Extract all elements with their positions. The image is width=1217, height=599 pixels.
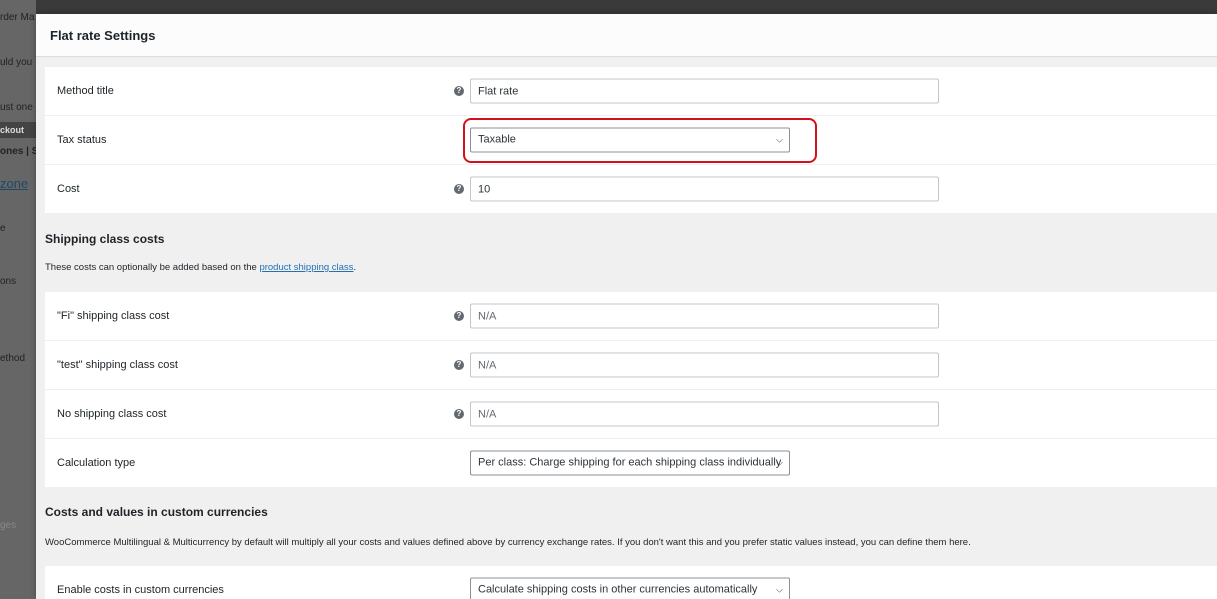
cost-input[interactable] [470,176,939,202]
modal-title: Flat rate Settings [50,28,156,43]
chevron-down-icon: ⌵ [776,134,783,145]
product-shipping-class-link[interactable]: product shipping class [259,262,353,273]
modal-body: Method title ? Tax status Taxable ⌵ Cost… [36,57,1217,599]
method-title-input[interactable] [470,78,939,104]
background-text: zone [0,176,29,191]
calculation-type-row: Calculation type Per class: Charge shipp… [45,439,1217,487]
no-class-cost-row: No shipping class cost ? [45,390,1217,439]
modal-header: Flat rate Settings [36,14,1217,57]
tax-status-value: Taxable [478,133,516,146]
help-icon[interactable]: ? [454,409,464,419]
enable-custom-currencies-value: Calculate shipping costs in other curren… [478,583,758,596]
calculation-type-select[interactable]: Per class: Charge shipping for each ship… [470,450,790,476]
cost-label: Cost [57,183,80,195]
help-icon[interactable]: ? [454,311,464,321]
help-icon[interactable]: ? [454,184,464,194]
chevron-down-icon: ⌵ [776,457,783,468]
method-title-label: Method title [57,85,114,97]
background-text: ust one [0,102,33,113]
fi-class-cost-row: "Fi" shipping class cost ? [45,292,1217,341]
shipping-class-costs-table: "Fi" shipping class cost ? "test" shippi… [45,292,1217,487]
background-text: ckout [0,125,25,135]
background-top-bar [0,0,1217,14]
cost-row: Cost ? [45,165,1217,213]
background-text: ons [0,276,17,287]
tax-status-select[interactable]: Taxable ⌵ [470,127,790,153]
custom-currencies-description: WooCommerce Multilingual & Multicurrency… [45,537,971,548]
shipping-class-costs-heading: Shipping class costs [45,232,165,246]
no-class-cost-label: No shipping class cost [57,408,167,420]
background-text: ethod [0,353,26,364]
calculation-type-value: Per class: Charge shipping for each ship… [478,456,782,469]
calculation-type-label: Calculation type [57,457,136,469]
custom-currencies-table: Enable costs in custom currencies Calcul… [45,566,1217,599]
test-class-cost-row: "test" shipping class cost ? [45,341,1217,390]
background-page: rder Ma uld you ust one ckout ones | S z… [0,0,36,599]
help-icon[interactable]: ? [454,360,464,370]
description-text: These costs can optionally be added base… [45,262,260,273]
background-text: e [0,223,6,234]
tax-status-row: Tax status Taxable ⌵ [45,116,1217,165]
shipping-class-costs-description: These costs can optionally be added base… [45,262,356,273]
custom-currencies-heading: Costs and values in custom currencies [45,505,268,519]
background-text: rder Ma [0,12,35,23]
tax-status-label: Tax status [57,134,107,146]
enable-custom-currencies-select[interactable]: Calculate shipping costs in other curren… [470,577,790,599]
fi-class-cost-label: "Fi" shipping class cost [57,310,170,322]
test-class-cost-label: "test" shipping class cost [57,359,178,371]
enable-custom-currencies-label: Enable costs in custom currencies [57,584,224,596]
description-text: . [353,262,357,273]
chevron-down-icon: ⌵ [776,584,783,595]
background-text: ones | S [0,146,36,157]
background-text: uld you [0,57,33,68]
main-settings-table: Method title ? Tax status Taxable ⌵ Cost… [45,67,1217,213]
test-class-cost-input[interactable] [470,352,939,378]
no-class-cost-input[interactable] [470,401,939,427]
background-text: ges [0,520,17,531]
enable-custom-currencies-row: Enable costs in custom currencies Calcul… [45,566,1217,599]
fi-class-cost-input[interactable] [470,303,939,329]
help-icon[interactable]: ? [454,86,464,96]
method-title-row: Method title ? [45,67,1217,116]
flat-rate-settings-modal: Flat rate Settings Method title ? Tax st… [36,14,1217,599]
